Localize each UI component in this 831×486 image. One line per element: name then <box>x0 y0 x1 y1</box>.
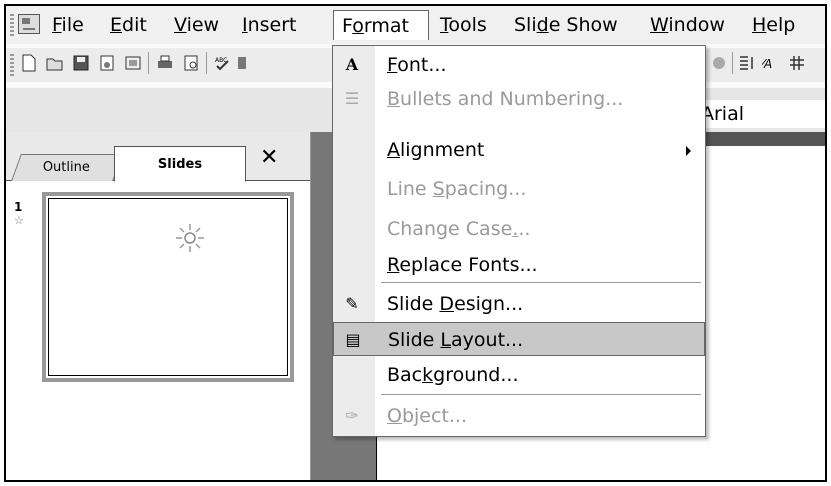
toolbar-grip-handle[interactable] <box>10 54 14 76</box>
menubar-grip-handle[interactable] <box>10 14 14 36</box>
app-window: File Edit View Insert Format Tools Slide… <box>4 4 827 482</box>
submenu-arrow-icon <box>686 146 691 156</box>
svg-text:⁄A: ⁄A <box>762 57 772 71</box>
grayscale-icon[interactable] <box>710 54 728 72</box>
tab-slides[interactable]: Slides <box>114 146 246 182</box>
menu-view[interactable]: View <box>174 14 219 36</box>
menu-item-change-case[interactable]: Change Case... <box>333 212 705 246</box>
close-pane-icon[interactable]: ✕ <box>260 145 278 170</box>
spelling-icon[interactable]: ABC <box>214 54 232 72</box>
font-name-box[interactable]: Arial <box>692 100 825 128</box>
menu-tools[interactable]: Tools <box>440 14 487 36</box>
expand-all-icon[interactable] <box>738 54 756 72</box>
menu-item-bullets-numbering[interactable]: ☰ Bullets and Numbering... <box>333 82 705 116</box>
menu-slide-show[interactable]: Slide Show <box>514 14 618 36</box>
new-icon[interactable] <box>20 54 38 72</box>
menu-item-slide-layout[interactable]: ▤ Slide Layout... <box>333 322 705 356</box>
menu-file[interactable]: File <box>52 14 84 36</box>
menu-item-alignment[interactable]: Alignment <box>333 133 705 167</box>
bullets-icon: ☰ <box>344 89 360 108</box>
permission-icon[interactable] <box>98 54 116 72</box>
menu-insert[interactable]: Insert <box>242 14 297 36</box>
menu-item-slide-design[interactable]: ✎ Slide Design... <box>333 287 705 321</box>
show-formatting-icon[interactable]: ⁄A <box>762 54 780 72</box>
print-preview-icon[interactable] <box>182 54 200 72</box>
font-icon: A <box>345 55 359 74</box>
slide-number: 1 <box>14 200 23 214</box>
transition-marker-icon: ☆ <box>14 214 24 227</box>
menu-separator <box>381 282 701 283</box>
tab-outline[interactable]: Outline <box>11 154 123 181</box>
toolbar-separator <box>206 52 207 74</box>
print-icon[interactable] <box>156 54 174 72</box>
menu-item-object[interactable]: ✑ Object... <box>333 399 705 433</box>
slide-design-icon: ✎ <box>345 294 359 313</box>
menu-bar: File Edit View Insert Format Tools Slide… <box>6 6 825 44</box>
menu-help[interactable]: Help <box>752 14 795 36</box>
toolbar-separator <box>732 52 733 74</box>
show-grid-icon[interactable] <box>788 54 806 72</box>
email-icon[interactable] <box>124 54 142 72</box>
menu-separator <box>381 394 701 395</box>
menu-item-line-spacing[interactable]: Line Spacing... <box>333 172 705 206</box>
menu-format[interactable]: Format <box>333 10 429 40</box>
research-icon[interactable] <box>238 54 246 72</box>
format-menu: A Font... ☰ Bullets and Numbering... Ali… <box>332 45 706 437</box>
menu-edit[interactable]: Edit <box>110 14 147 36</box>
toolbar-separator <box>148 52 149 74</box>
open-icon[interactable] <box>46 54 64 72</box>
menu-item-replace-fonts[interactable]: Replace Fonts... <box>333 248 705 282</box>
menu-window[interactable]: Window <box>650 14 725 36</box>
menu-item-background[interactable]: Background... <box>333 358 705 392</box>
save-icon[interactable] <box>72 54 90 72</box>
menu-item-font[interactable]: A Font... <box>333 48 705 82</box>
sun-graphic-icon <box>176 224 204 252</box>
slide-layout-icon: ▤ <box>345 330 361 349</box>
app-document-icon[interactable] <box>18 14 40 34</box>
object-icon: ✑ <box>345 406 359 425</box>
